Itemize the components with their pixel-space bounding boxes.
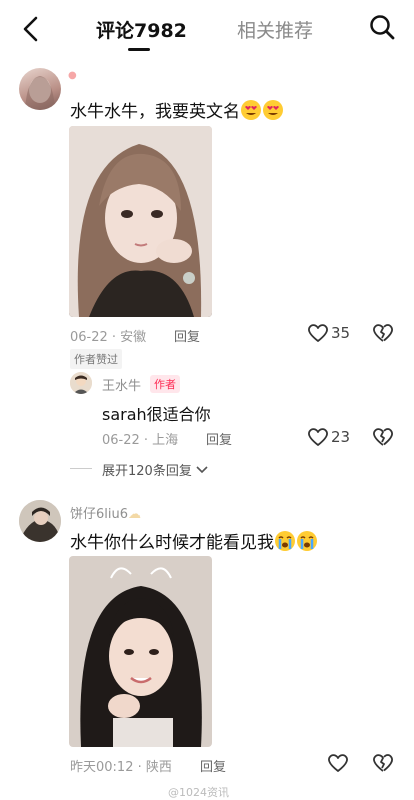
watermark: @1024资讯 [168, 786, 229, 799]
reply-text: sarah很适合你 [102, 405, 211, 424]
tab-related[interactable]: 相关推荐 [237, 16, 313, 43]
expand-replies-button[interactable]: 展开120条回复 [102, 460, 208, 479]
expand-divider [70, 468, 92, 469]
reply-button[interactable]: 回复 [206, 429, 232, 448]
heart-icon[interactable] [307, 427, 329, 447]
heart-icon[interactable] [307, 323, 329, 343]
heart-icon[interactable] [327, 753, 349, 773]
reply-button[interactable]: 回复 [174, 326, 200, 345]
search-icon[interactable] [368, 13, 396, 41]
comment-text: 水牛你什么时候才能看见我 [70, 528, 318, 557]
reply-avatar[interactable] [70, 372, 92, 394]
comment-date-location: 06-22 · 安徽 [70, 330, 147, 345]
avatar[interactable] [19, 68, 61, 110]
tab-active-indicator [128, 48, 150, 51]
emoji-heart-eyes [262, 99, 284, 126]
reply-username[interactable]: 王水牛 [102, 375, 141, 394]
username-emoji: ☁ [128, 507, 142, 522]
comment-date-location: 昨天00:12 · 陕西 [70, 760, 172, 775]
chevron-down-icon [196, 466, 208, 474]
author-liked-tag: 作者赞过 [70, 349, 122, 369]
tab-comments[interactable]: 评论7982 [96, 16, 187, 43]
dislike-icon[interactable] [372, 427, 394, 447]
avatar[interactable] [19, 500, 61, 542]
emoji-crying [296, 530, 318, 557]
comment-image[interactable] [69, 126, 212, 317]
back-icon[interactable] [18, 14, 44, 44]
username-emoji: ● [68, 70, 77, 81]
like-count: 23 [331, 428, 351, 446]
top-bar: 评论7982 相关推荐 [0, 0, 414, 56]
author-badge: 作者 [150, 375, 180, 393]
emoji-heart-eyes [240, 99, 262, 126]
comment-image[interactable] [69, 556, 212, 747]
dislike-icon[interactable] [372, 753, 394, 773]
reply-date-location: 06-22 · 上海 [102, 433, 179, 448]
emoji-crying [274, 530, 296, 557]
like-count: 35 [331, 324, 351, 342]
username[interactable]: 饼仔6liu6☁ [70, 503, 141, 522]
comment-text: 水牛水牛，我要英文名 [70, 97, 284, 126]
reply-button[interactable]: 回复 [200, 756, 226, 775]
dislike-icon[interactable] [372, 323, 394, 343]
